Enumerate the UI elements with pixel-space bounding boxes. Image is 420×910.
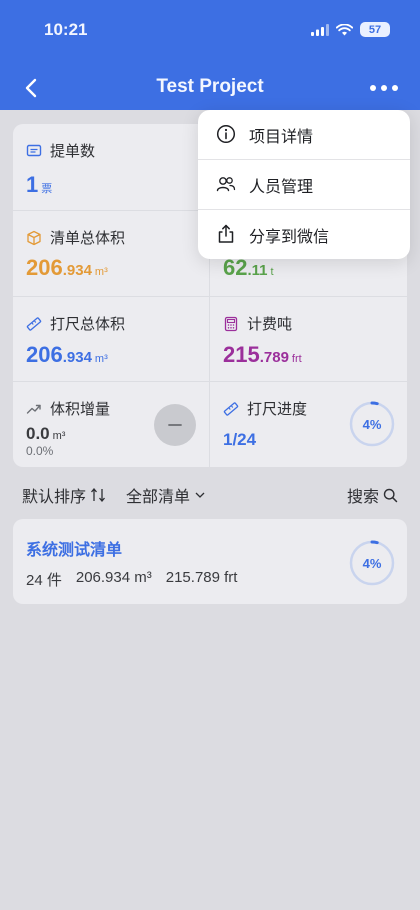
status-time: 10:21 <box>44 20 88 39</box>
battery-indicator: 57 <box>360 22 390 37</box>
search-icon <box>383 488 398 502</box>
menu-item-label: 分享到微信 <box>249 228 330 246</box>
menu-item-label: 项目详情 <box>249 128 314 146</box>
measured-volume-cell: 打尺总体积 206.934 m³ <box>13 297 210 382</box>
growth-label: 体积增量 <box>50 401 111 418</box>
page-title: Test Project <box>156 76 264 97</box>
growth-percent: 0.0% <box>26 444 54 458</box>
tickets-cell: 提单数 1票 <box>13 124 210 211</box>
more-icon[interactable] <box>370 85 398 91</box>
progress-value: 1/24 <box>223 430 257 449</box>
wifi-icon <box>336 23 353 35</box>
ruler-icon <box>26 316 42 331</box>
freight-tons-label: 计费吨 <box>247 316 293 333</box>
volume-label: 清单总体积 <box>50 230 126 247</box>
box-icon <box>27 230 41 245</box>
measured-volume-label: 打尺总体积 <box>50 316 126 333</box>
measured-volume-unit: m³ <box>94 353 108 365</box>
progress-label: 打尺进度 <box>247 401 308 418</box>
sort-icon <box>91 488 106 502</box>
volume-int: 206 <box>26 255 63 280</box>
list-item-percent: 4% <box>362 555 382 571</box>
volume-dec: .934 <box>62 262 92 279</box>
progress-ring: 4% <box>348 400 396 448</box>
list-item-progress-ring: 4% <box>348 539 396 587</box>
menu-item-project-details[interactable]: 项目详情 <box>198 110 410 159</box>
tickets-label: 提单数 <box>50 143 96 160</box>
menu-item-share-wechat[interactable]: 分享到微信 <box>198 210 410 259</box>
search-label: 搜索 <box>346 489 379 506</box>
info-icon <box>216 124 236 144</box>
decrease-button[interactable] <box>154 404 196 446</box>
volume-cell: 清单总体积 206.934 m³ <box>13 211 210 297</box>
list-item[interactable]: 系统测试清单 24 件 206.934 m³ 215.789 frt 4% <box>13 519 407 604</box>
signal-icon <box>311 23 329 36</box>
list-item-count: 24 件 <box>26 572 62 589</box>
freight-tons-int: 215 <box>223 342 260 367</box>
list-item-title: 系统测试清单 <box>26 542 123 559</box>
freight-tons-dec: .789 <box>259 349 289 366</box>
tickets-value: 1 <box>26 172 39 197</box>
menu-item-members[interactable]: 人员管理 <box>198 160 410 209</box>
chevron-down-icon <box>195 492 205 498</box>
ruler-icon <box>223 401 239 416</box>
minus-icon <box>168 424 182 426</box>
list-item-meta: 24 件 206.934 m³ 215.789 frt <box>26 569 237 590</box>
app-header: 10:21 57 Test Project <box>0 0 420 110</box>
freight-tons-unit: frt <box>291 353 302 365</box>
measured-volume-int: 206 <box>26 342 63 367</box>
volume-unit: m³ <box>94 266 108 278</box>
growth-unit: m³ <box>52 430 66 442</box>
filter-bar: 默认排序 全部清单 搜索 <box>22 483 398 507</box>
trend-up-icon <box>26 404 41 414</box>
growth-cell: 体积增量 0.0 m³ 0.0% <box>13 382 210 467</box>
tickets-unit: 票 <box>41 183 53 195</box>
growth-value: 0.0 <box>26 424 50 443</box>
weight-dec: .11 <box>247 262 268 279</box>
progress-cell: 打尺进度 1/24 4% <box>210 382 407 467</box>
weight-unit: t <box>270 266 274 278</box>
sort-dropdown[interactable]: 默认排序 <box>22 483 106 507</box>
share-icon <box>218 224 234 243</box>
progress-percent: 4% <box>362 416 382 432</box>
ticket-icon <box>26 144 42 156</box>
calculator-icon <box>224 316 238 331</box>
people-icon <box>216 177 236 192</box>
scope-label: 全部清单 <box>126 489 191 506</box>
menu-item-label: 人员管理 <box>249 178 314 196</box>
list-item-volume: 206.934 m³ <box>75 569 152 586</box>
freight-tons-cell: 计费吨 215.789 frt <box>210 297 407 382</box>
sort-label: 默认排序 <box>22 489 87 506</box>
measured-volume-dec: .934 <box>62 349 92 366</box>
search-button[interactable]: 搜索 <box>347 483 398 507</box>
status-icons: 57 <box>311 22 390 37</box>
scope-dropdown[interactable]: 全部清单 <box>126 483 206 507</box>
list-item-freight: 215.789 frt <box>165 569 238 586</box>
more-menu: 项目详情 人员管理 分享到微信 <box>198 110 410 259</box>
